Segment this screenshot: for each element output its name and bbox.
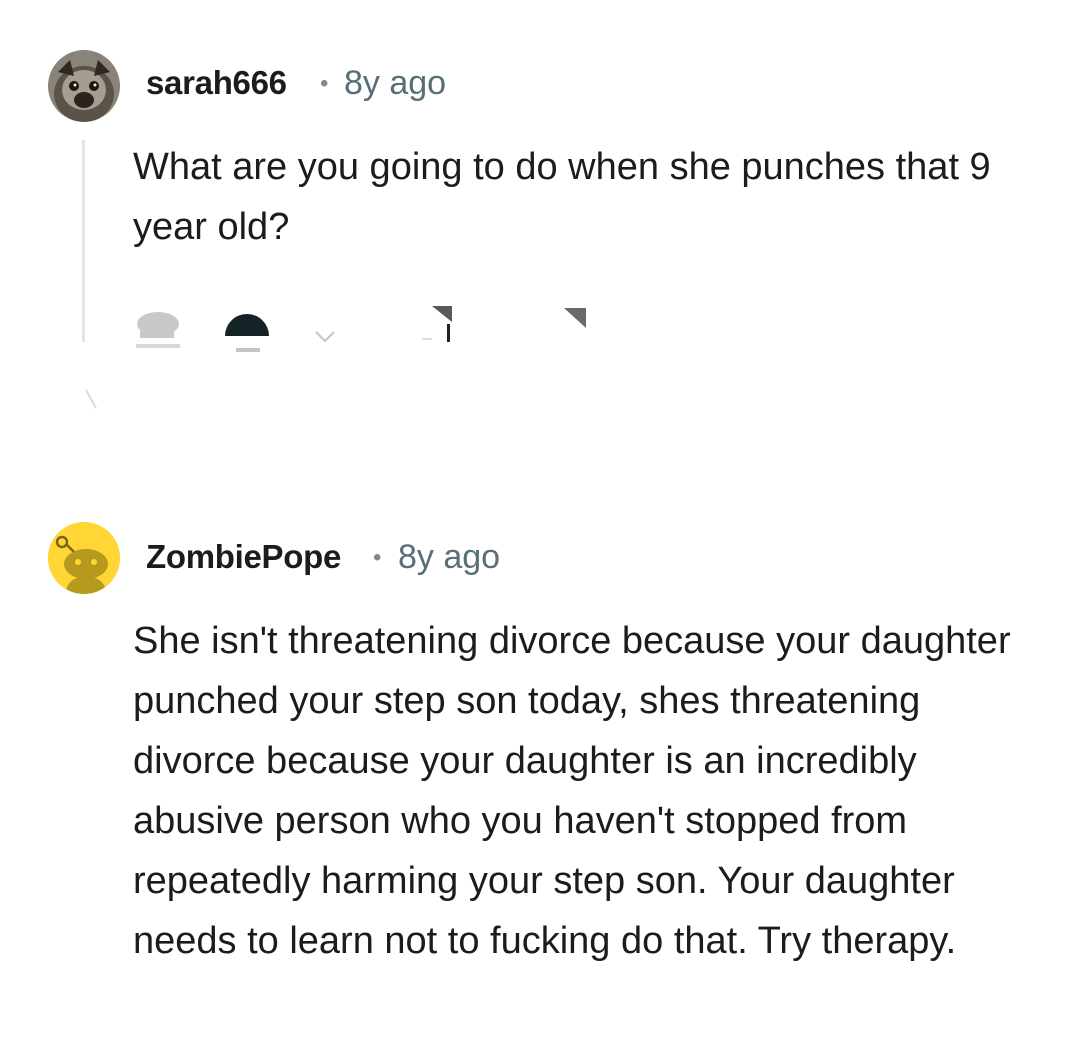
comment-username[interactable]: sarah666: [146, 64, 287, 102]
chevron-down-icon[interactable]: [314, 330, 336, 349]
comment-body: She isn't threatening divorce because yo…: [133, 620, 1011, 962]
comment-age: 8y ago: [344, 64, 447, 102]
downvote-icon[interactable]: [222, 306, 272, 361]
comment-body: What are you going to do when she punche…: [133, 146, 991, 248]
upvote-icon[interactable]: [136, 306, 180, 359]
comment-zombiepope: ZombiePope • 8y ago She isn't threatenin…: [0, 500, 1080, 1061]
collapse-thread-icon[interactable]: [84, 388, 104, 417]
pug-avatar-icon[interactable]: [48, 50, 120, 122]
meta-separator: •: [320, 70, 329, 97]
snoo-avatar-icon[interactable]: [48, 522, 120, 594]
thread-line[interactable]: [82, 140, 85, 342]
share-icon[interactable]: [560, 304, 590, 339]
comment-age: 8y ago: [398, 538, 501, 576]
comment-username[interactable]: ZombiePope: [146, 538, 341, 576]
meta-separator: •: [373, 544, 382, 571]
reply-icon[interactable]: [420, 304, 454, 349]
comment-sarah666: sarah666 • 8y ago What are you going to …: [0, 0, 1080, 420]
